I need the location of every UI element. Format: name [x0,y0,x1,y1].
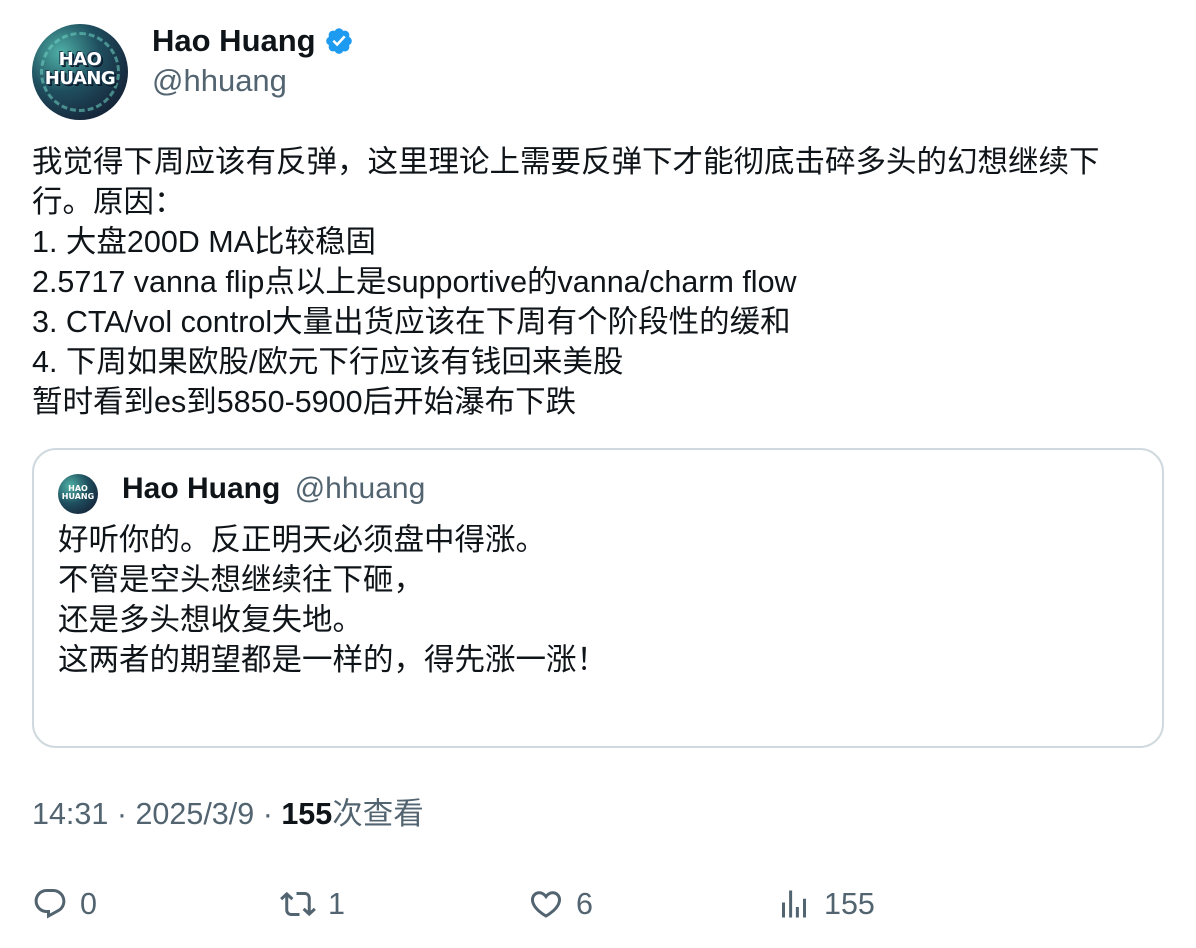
views-button[interactable]: 155 [776,880,875,928]
meta-separator: · [262,797,273,831]
tweet-line: 暂时看到es到5850-5900后开始瀑布下跌 [32,385,577,419]
quoted-line: 还是多头想收复失地。 [58,603,363,637]
quoted-avatar-text: HAO HUANG [61,484,95,501]
quoted-author[interactable]: Hao Huang @hhuang [122,470,425,508]
quoted-line: 不管是空头想继续往下砸， [58,563,424,597]
quoted-line: 好听你的。反正明天必须盘中得涨。 [58,523,546,557]
tweet-line: 4. 下周如果欧股/欧元下行应该有钱回来美股 [32,345,624,379]
like-button[interactable]: 6 [528,880,593,928]
tweet-meta: 14:31 · 2025/3/9 · 155次查看 [32,794,424,834]
avatar-text: HAO HUANG [44,49,116,89]
meta-separator: · [116,797,127,831]
quoted-author-handle[interactable]: @hhuang [295,472,426,505]
tweet-line: 3. CTA/vol control大量出货应该在下周有个阶段性的缓和 [32,305,791,339]
action-bar: 0 1 6 155 [0,880,1196,928]
tweet-line: 我觉得下周应该有反弹，这里理论上需要反弹下才能彻底击碎多头的幻想继续下 [32,145,1100,179]
author-name[interactable]: Hao Huang [152,22,354,60]
quoted-author-name[interactable]: Hao Huang [122,472,280,505]
tweet-line: 2.5717 vanna flip点以上是supportive的vanna/ch… [32,265,797,299]
reply-count: 0 [80,886,97,921]
quoted-author-avatar[interactable]: HAO HUANG [58,474,98,514]
views-count-action: 155 [824,886,875,921]
reply-icon [34,889,66,919]
retweet-button[interactable]: 1 [280,880,345,928]
views-count: 155 [281,797,333,831]
tweet-line: 1. 大盘200D MA比较稳固 [32,225,377,259]
author-handle[interactable]: @hhuang [152,62,287,100]
tweet-text: 我觉得下周应该有反弹，这里理论上需要反弹下才能彻底击碎多头的幻想继续下 行。原因… [32,142,1172,422]
author-name-text[interactable]: Hao Huang [152,22,316,60]
author-avatar[interactable]: HAO HUANG [32,24,128,120]
verified-badge-icon [325,28,352,54]
quoted-tweet-text: 好听你的。反正明天必须盘中得涨。 不管是空头想继续往下砸， 还是多头想收复失地。… [58,520,607,680]
tweet-date[interactable]: 2025/3/9 [135,797,254,831]
views-label: 次查看 [332,797,424,831]
retweet-count: 1 [328,886,345,921]
reply-button[interactable]: 0 [32,880,97,928]
analytics-bar-icon [782,890,806,918]
heart-icon [530,891,562,918]
tweet-time[interactable]: 14:31 [32,797,108,831]
quoted-line: 这两者的期望都是一样的，得先涨一涨！ [58,643,607,677]
retweet-icon [280,891,316,917]
like-count: 6 [576,886,593,921]
quoted-tweet-card[interactable]: HAO HUANG Hao Huang @hhuang 好听你的。反正明天必须盘… [32,448,1164,748]
tweet-line: 行。原因： [32,185,185,219]
